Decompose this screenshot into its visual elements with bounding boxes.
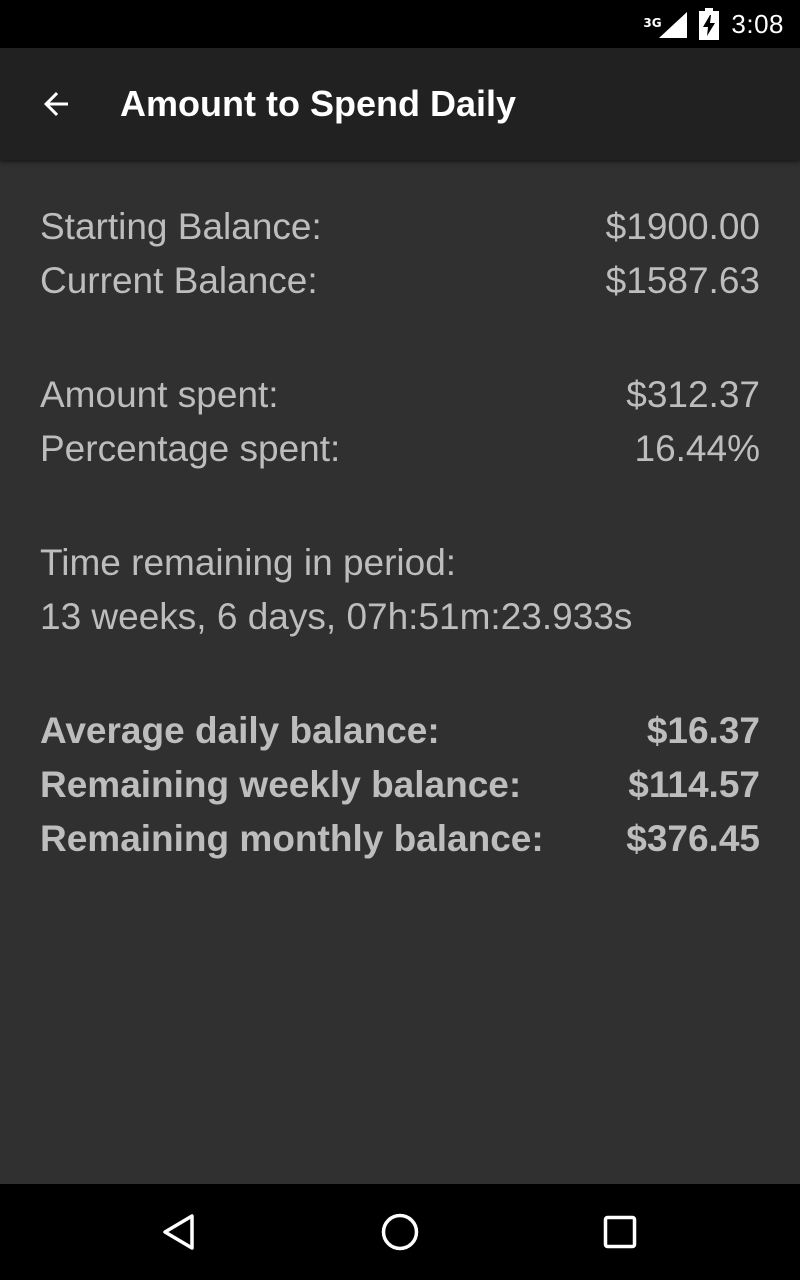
main-content: Starting Balance: $1900.00 Current Balan… — [40, 200, 760, 866]
recents-square-icon — [603, 1215, 637, 1249]
remaining-weekly-row: Remaining weekly balance: $114.57 — [40, 758, 760, 812]
current-balance-value: $1587.63 — [605, 260, 760, 301]
starting-balance-value: $1900.00 — [605, 206, 760, 247]
remaining-weekly-label: Remaining weekly balance: — [40, 764, 522, 805]
starting-balance-row: Starting Balance: $1900.00 — [40, 200, 760, 254]
status-bar: 3G 3:08 — [0, 0, 800, 48]
time-remaining-label: Time remaining in period: — [40, 542, 457, 583]
remaining-monthly-row: Remaining monthly balance: $376.45 — [40, 812, 760, 866]
percentage-spent-value: 16.44% — [634, 428, 761, 469]
back-triangle-icon — [163, 1214, 194, 1250]
average-daily-row: Average daily balance: $16.37 — [40, 704, 760, 758]
status-clock: 3:08 — [731, 8, 784, 39]
remaining-weekly-value: $114.57 — [628, 764, 760, 805]
nav-recents-button[interactable] — [588, 1200, 652, 1264]
status-icons: 3G 3:08 — [643, 0, 784, 48]
signal-indicator: 3G — [643, 8, 688, 40]
arrow-back-icon — [44, 92, 68, 116]
current-balance-label: Current Balance: — [40, 260, 318, 301]
page-title: Amount to Spend Daily — [120, 83, 516, 124]
amount-spent-value: $312.37 — [626, 374, 760, 415]
navigation-bar — [0, 1184, 800, 1280]
average-daily-value: $16.37 — [646, 710, 760, 751]
nav-back-button[interactable] — [148, 1200, 212, 1264]
current-balance-row: Current Balance: $1587.63 — [40, 254, 760, 308]
percentage-spent-label: Percentage spent: — [40, 428, 341, 469]
signal-icon — [659, 12, 688, 38]
amount-spent-label: Amount spent: — [40, 374, 279, 415]
nav-home-button[interactable] — [368, 1200, 432, 1264]
remaining-monthly-value: $376.45 — [626, 818, 760, 859]
starting-balance-label: Starting Balance: — [40, 206, 322, 247]
back-button[interactable] — [24, 72, 88, 136]
average-daily-label: Average daily balance: — [40, 710, 440, 751]
app-bar: Amount to Spend Daily — [0, 48, 800, 160]
battery-charging-icon — [699, 8, 720, 40]
amount-spent-row: Amount spent: $312.37 — [40, 368, 760, 422]
remaining-monthly-label: Remaining monthly balance: — [40, 818, 544, 859]
time-remaining-value: 13 weeks, 6 days, 07h:51m:23.933s — [40, 596, 633, 637]
percentage-spent-row: Percentage spent: 16.44% — [40, 422, 760, 476]
home-circle-icon — [381, 1213, 419, 1251]
